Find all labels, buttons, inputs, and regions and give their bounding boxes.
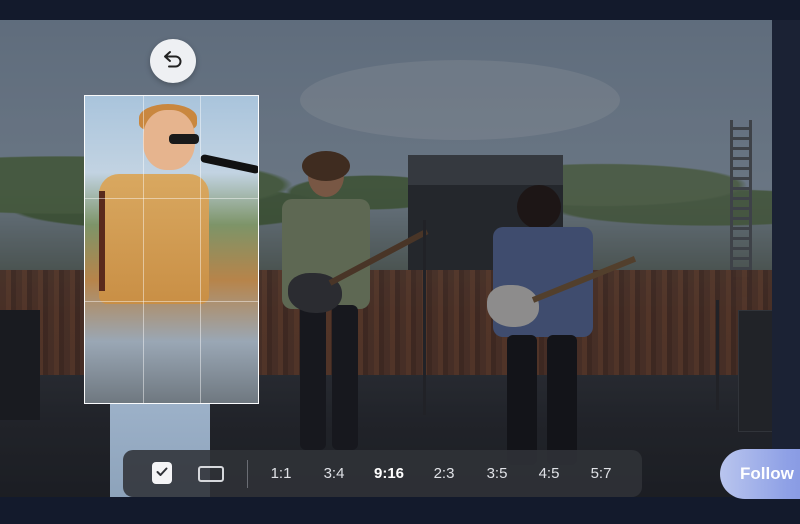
follow-button[interactable]: Follow <box>720 449 800 499</box>
bottom-bar <box>0 497 800 524</box>
singer-jacket <box>99 174 209 304</box>
right-edge <box>772 20 800 497</box>
top-bar <box>0 0 800 20</box>
aspect-ratio-toolbar: 1:1 3:4 9:16 2:3 3:5 4:5 5:7 <box>123 450 642 497</box>
crop-grid-line <box>200 96 202 403</box>
crop-grid-line <box>85 300 258 302</box>
undo-icon <box>163 50 183 73</box>
ratio-1-1[interactable]: 1:1 <box>261 450 301 497</box>
crop-grid-line <box>142 96 144 403</box>
ratio-3-5[interactable]: 3:5 <box>477 450 517 497</box>
ratio-3-4[interactable]: 3:4 <box>314 450 354 497</box>
jacket-stripe <box>99 191 105 291</box>
checkmark-icon <box>156 464 168 482</box>
crop-frame[interactable] <box>84 95 259 404</box>
crop-grid-line <box>85 198 258 200</box>
undo-button[interactable] <box>150 39 196 83</box>
ratio-5-7[interactable]: 5:7 <box>581 450 621 497</box>
sunglasses <box>169 134 199 144</box>
toolbar-divider <box>247 460 248 488</box>
ratio-4-5[interactable]: 4:5 <box>529 450 569 497</box>
freeform-crop-button[interactable] <box>198 466 224 482</box>
microphone <box>199 153 258 175</box>
ratio-2-3[interactable]: 2:3 <box>424 450 464 497</box>
ratio-9-16[interactable]: 9:16 <box>369 450 409 497</box>
confirm-crop-button[interactable] <box>152 462 172 484</box>
